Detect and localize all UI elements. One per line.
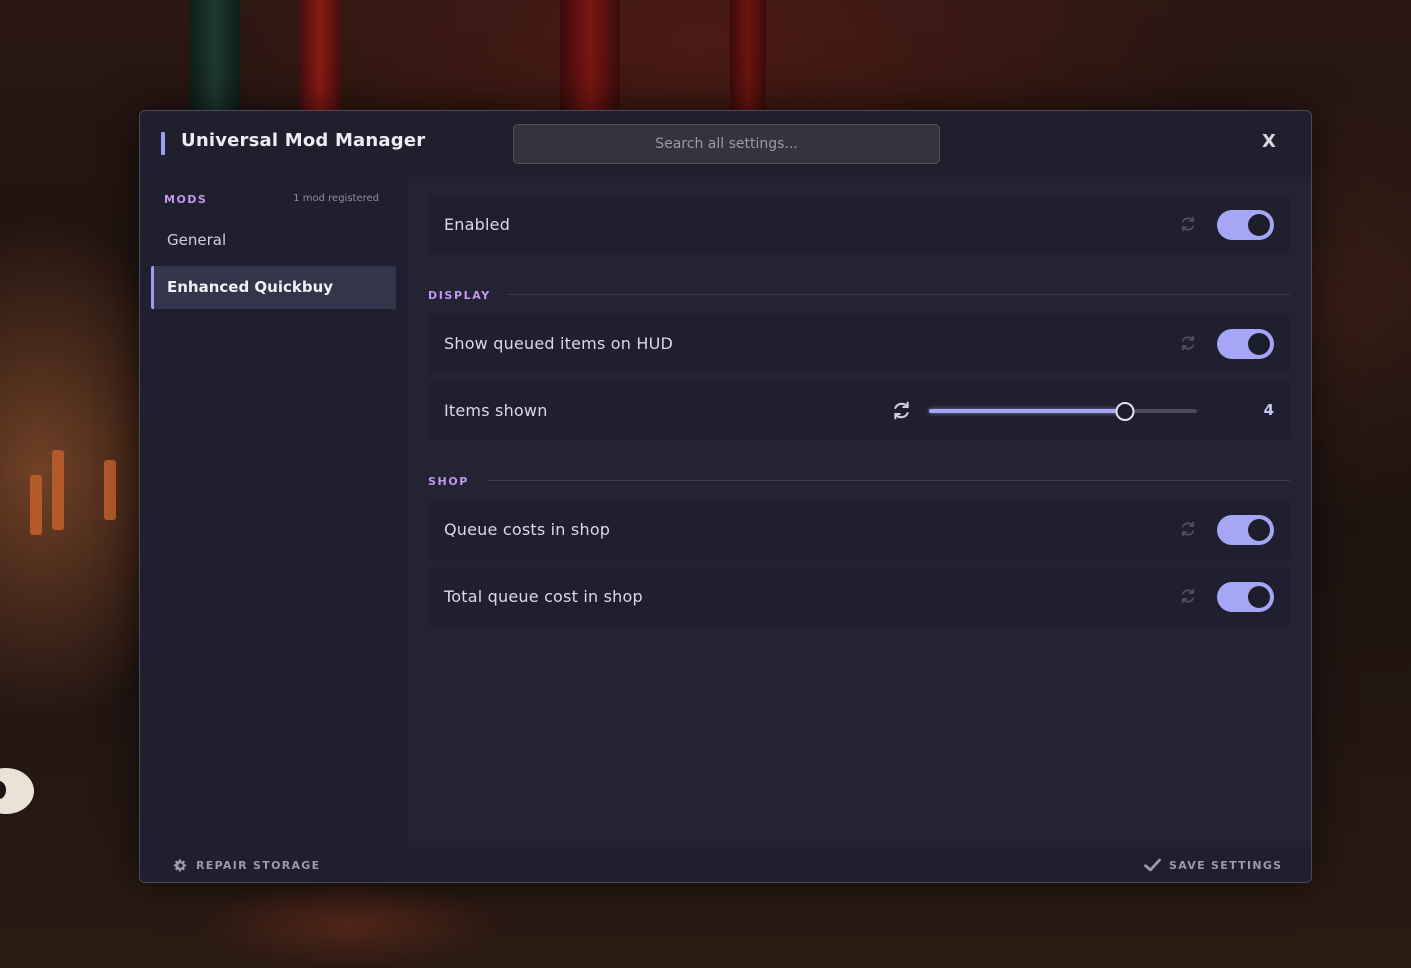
background-curtain xyxy=(730,0,766,120)
setting-label: Total queue cost in shop xyxy=(444,587,643,606)
modal-title: Universal Mod Manager xyxy=(181,130,426,151)
checkmark-icon xyxy=(1144,858,1161,872)
slider-thumb[interactable] xyxy=(1115,402,1135,421)
background-curtain xyxy=(300,0,340,120)
modal-footer: REPAIR STORAGE SAVE SETTINGS xyxy=(140,847,1311,882)
setting-row-items-shown: Items shown 4 xyxy=(429,381,1290,440)
background-ring xyxy=(0,768,34,814)
close-button[interactable]: X xyxy=(1262,131,1276,152)
total-queue-cost-toggle[interactable] xyxy=(1217,582,1274,612)
mods-sidebar: MODS 1 mod registered General Enhanced Q… xyxy=(140,177,408,847)
sidebar-item-enhanced-quickbuy[interactable]: Enhanced Quickbuy xyxy=(151,266,396,309)
toggle-knob xyxy=(1248,519,1270,541)
show-queued-toggle[interactable] xyxy=(1217,329,1274,359)
background-curtain xyxy=(190,0,240,120)
slider-fill xyxy=(929,409,1125,413)
title-accent-bar xyxy=(161,132,165,155)
background-candle xyxy=(52,450,64,530)
gear-icon xyxy=(173,858,187,871)
refresh-icon[interactable] xyxy=(1179,520,1197,538)
slider-value: 4 xyxy=(1263,401,1274,419)
sidebar-item-general[interactable]: General xyxy=(151,219,396,262)
mod-manager-modal: Universal Mod Manager X MODS 1 mod regis… xyxy=(139,110,1312,883)
items-shown-slider[interactable] xyxy=(929,402,1197,421)
toggle-knob xyxy=(1248,586,1270,608)
setting-label: Queue costs in shop xyxy=(444,520,611,539)
refresh-icon[interactable] xyxy=(1179,334,1197,352)
background-candle xyxy=(30,475,42,535)
modal-header: Universal Mod Manager X xyxy=(140,111,1311,177)
toggle-knob xyxy=(1248,214,1270,236)
setting-row-total-queue-cost: Total queue cost in shop xyxy=(429,567,1290,626)
background-candle xyxy=(104,460,116,520)
background-curtain xyxy=(560,0,620,120)
setting-label: Show queued items on HUD xyxy=(444,334,674,353)
setting-row-show-queued: Show queued items on HUD xyxy=(429,314,1290,373)
toggle-knob xyxy=(1248,333,1270,355)
section-title-display: DISPLAY xyxy=(428,289,491,302)
mods-section-label: MODS xyxy=(164,193,208,206)
save-settings-label: SAVE SETTINGS xyxy=(1169,859,1283,872)
refresh-icon[interactable] xyxy=(891,400,912,421)
enabled-toggle[interactable] xyxy=(1217,210,1274,240)
setting-row-enabled: Enabled xyxy=(429,195,1290,254)
save-settings-button[interactable]: SAVE SETTINGS xyxy=(1144,847,1283,882)
repair-storage-label: REPAIR STORAGE xyxy=(196,859,321,872)
section-divider xyxy=(508,294,1290,295)
refresh-icon[interactable] xyxy=(1179,587,1197,605)
setting-label: Items shown xyxy=(444,401,548,420)
setting-row-queue-costs: Queue costs in shop xyxy=(429,500,1290,559)
queue-costs-toggle[interactable] xyxy=(1217,515,1274,545)
refresh-icon[interactable] xyxy=(1179,215,1197,233)
section-divider xyxy=(488,480,1290,481)
mods-count: 1 mod registered xyxy=(293,193,379,204)
repair-storage-button[interactable]: REPAIR STORAGE xyxy=(173,847,321,882)
setting-label: Enabled xyxy=(444,215,511,234)
background-floor xyxy=(200,880,500,968)
settings-panel: Enabled DISPLAY Show queued items on HUD xyxy=(408,177,1311,847)
search-input[interactable] xyxy=(513,124,940,164)
section-title-shop: SHOP xyxy=(428,475,469,488)
